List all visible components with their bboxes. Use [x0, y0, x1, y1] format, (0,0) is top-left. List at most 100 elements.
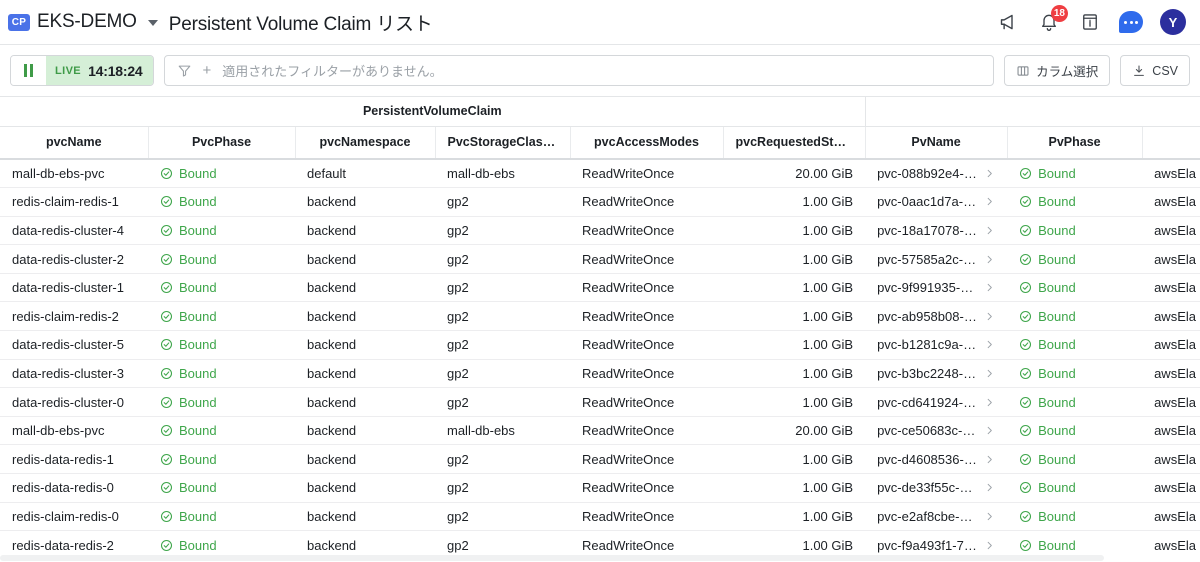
table-row[interactable]: mall-db-ebs-pvc Bound backend mall-db-ebs Re… [0, 416, 1200, 446]
cell-pv-phase: Bound [1007, 159, 1143, 189]
cell-pvc-access-modes: ReadWriteOnce [570, 187, 723, 217]
table-head: PersistentVolumeClaim pvcName PvcPhase pvc… [0, 97, 1200, 160]
horizontal-scrollbar[interactable] [0, 554, 1200, 562]
table-row[interactable]: redis-claim-redis-2 Bound backend gp2 ReadWr… [0, 301, 1200, 332]
cell-pvc-access-modes: ReadWriteOnce [570, 416, 723, 446]
column-header-PvName[interactable]: PvName [865, 126, 1008, 160]
cell-pvc-name: redis-claim-redis-2 [0, 301, 148, 332]
column-header-PvPhase[interactable]: PvPhase [1007, 126, 1143, 160]
pv-name-label: pvc-d4608536-a... [877, 451, 979, 467]
notification-count-badge: 18 [1050, 5, 1068, 22]
add-filter-icon[interactable]: + [203, 63, 212, 78]
chevron-right-icon[interactable] [984, 224, 995, 237]
table-row[interactable]: redis-data-redis-0 Bound backend gp2 ReadWri… [0, 473, 1200, 503]
pv-name-wrapper: pvc-0aac1d7a-0... [877, 194, 995, 209]
check-circle-icon [1020, 253, 1032, 265]
cell-pv-phase: Bound [1007, 301, 1143, 332]
megaphone-icon[interactable] [996, 10, 1020, 34]
status-label: Bound [1038, 280, 1076, 296]
table-row[interactable]: data-redis-cluster-5 Bound backend gp2 ReadW… [0, 330, 1200, 360]
chevron-right-icon[interactable] [984, 195, 995, 208]
table-body: mall-db-ebs-pvc Bound default mall-db-ebs Re… [0, 159, 1200, 560]
info-book-icon[interactable] [1078, 10, 1102, 34]
cell-pv-name[interactable]: pvc-ab958b08-a... [865, 301, 1008, 332]
cell-pvc-access-modes: ReadWriteOnce [570, 387, 723, 417]
column-select-button[interactable]: カラム選択 [1004, 55, 1111, 86]
cell-pvc-phase: Bound [148, 301, 295, 332]
chevron-right-icon[interactable] [984, 510, 995, 523]
pv-name-label: pvc-9f991935-02... [877, 280, 979, 296]
cell-pv-name[interactable]: pvc-de33f55c-30... [865, 473, 1008, 503]
chevron-right-icon[interactable] [984, 453, 995, 466]
chevron-right-icon[interactable] [984, 367, 995, 380]
chevron-right-icon[interactable] [984, 424, 995, 437]
column-header-pvcRequestedStorage[interactable]: pvcRequestedStorage [723, 126, 866, 160]
group-header-blank [865, 97, 1200, 127]
avatar[interactable]: Y [1160, 9, 1186, 35]
check-circle-icon [160, 396, 173, 408]
cell-pvc-namespace: backend [295, 473, 435, 503]
cell-pv-name[interactable]: pvc-d4608536-a... [865, 444, 1008, 475]
app-name[interactable]: EKS-DEMO [37, 11, 137, 33]
cell-pv-name[interactable]: pvc-b1281c9a-5... [865, 330, 1008, 360]
status-badge: Bound [1019, 366, 1130, 381]
cell-pv-phase: Bound [1007, 359, 1143, 389]
chevron-right-icon[interactable] [984, 338, 995, 351]
status-badge: Bound [160, 280, 283, 295]
status-label: Bound [1038, 451, 1076, 467]
chevron-right-icon[interactable] [984, 253, 995, 266]
check-circle-icon [1020, 168, 1032, 180]
cell-pvc-access-modes: ReadWriteOnce [570, 273, 723, 303]
table-row[interactable]: data-redis-cluster-3 Bound backend gp2 ReadW… [0, 359, 1200, 389]
bell-icon[interactable]: 18 [1037, 5, 1068, 34]
cell-pvc-storage-class: gp2 [435, 216, 570, 246]
pv-name-wrapper: pvc-d4608536-a... [877, 452, 995, 467]
cell-pv-name[interactable]: pvc-b3bc2248-d... [865, 359, 1008, 389]
chevron-right-icon[interactable] [984, 539, 995, 552]
cell-pv-name[interactable]: pvc-57585a2c-c... [865, 244, 1008, 274]
table-row[interactable]: redis-claim-redis-0 Bound backend gp2 ReadWr… [0, 502, 1200, 532]
cell-pv-phase: Bound [1007, 216, 1143, 246]
cell-pvc-phase: Bound [148, 359, 295, 389]
column-header-pvcName[interactable]: pvcName [0, 126, 149, 160]
cell-pv-name[interactable]: pvc-0aac1d7a-0... [865, 187, 1008, 217]
cell-pv-name[interactable]: pvc-ce50683c-a... [865, 416, 1008, 446]
column-header-PvcPhase[interactable]: PvcPhase [148, 126, 296, 160]
table-row[interactable]: redis-claim-redis-1 Bound backend gp2 ReadWr… [0, 187, 1200, 217]
pv-name-label: pvc-b3bc2248-d... [877, 365, 979, 381]
column-header-pvcNamespace[interactable]: pvcNamespace [295, 126, 436, 160]
chevron-right-icon[interactable] [984, 167, 995, 180]
cell-pv-name[interactable]: pvc-e2af8cbe-48... [865, 502, 1008, 532]
chevron-right-icon[interactable] [984, 481, 995, 494]
csv-export-button[interactable]: CSV [1120, 55, 1190, 86]
column-header-PvcStorageClassName[interactable]: PvcStorageClassNa... [435, 126, 571, 160]
chat-bubble-icon[interactable] [1119, 11, 1143, 33]
status-badge: Bound [160, 166, 283, 181]
table-row[interactable]: data-redis-cluster-2 Bound backend gp2 ReadW… [0, 244, 1200, 274]
chevron-down-icon[interactable] [147, 20, 158, 26]
cell-pv-name[interactable]: pvc-9f991935-02... [865, 273, 1008, 303]
chevron-right-icon[interactable] [984, 396, 995, 409]
filter-input[interactable]: + 適用されたフィルターがありません。 [163, 55, 995, 86]
cell-pv-name[interactable]: pvc-18a17078-2f... [865, 216, 1008, 246]
cell-pv-phase: Bound [1007, 187, 1143, 217]
table-row[interactable]: data-redis-cluster-0 Bound backend gp2 ReadW… [0, 387, 1200, 417]
cell-pvc-requested-storage: 20.00 GiB [723, 159, 866, 189]
table-row[interactable]: data-redis-cluster-1 Bound backend gp2 ReadW… [0, 273, 1200, 303]
cell-pv-name[interactable]: pvc-088b92e4-a... [865, 159, 1008, 189]
cell-pvc-storage-class: gp2 [435, 187, 570, 217]
pause-button[interactable] [11, 56, 46, 85]
chevron-right-icon[interactable] [984, 281, 995, 294]
table-row[interactable]: data-redis-cluster-4 Bound backend gp2 ReadW… [0, 216, 1200, 246]
cell-pv-name[interactable]: pvc-cd641924-1... [865, 387, 1008, 417]
cell-pvc-namespace: backend [295, 187, 435, 217]
cell-pv-type: awsEla [1142, 244, 1200, 274]
cell-pvc-name: data-redis-cluster-5 [0, 330, 148, 360]
table-row[interactable]: mall-db-ebs-pvc Bound default mall-db-ebs Re… [0, 159, 1200, 189]
column-header-pvcAccessModes[interactable]: pvcAccessModes [570, 126, 724, 160]
column-header-PvType[interactable] [1142, 126, 1200, 160]
table-scroll-container[interactable]: PersistentVolumeClaim pvcName PvcPhase pvc… [0, 97, 1200, 562]
chevron-right-icon[interactable] [984, 310, 995, 323]
scrollbar-thumb[interactable] [0, 555, 1104, 561]
table-row[interactable]: redis-data-redis-1 Bound backend gp2 ReadWri… [0, 444, 1200, 475]
